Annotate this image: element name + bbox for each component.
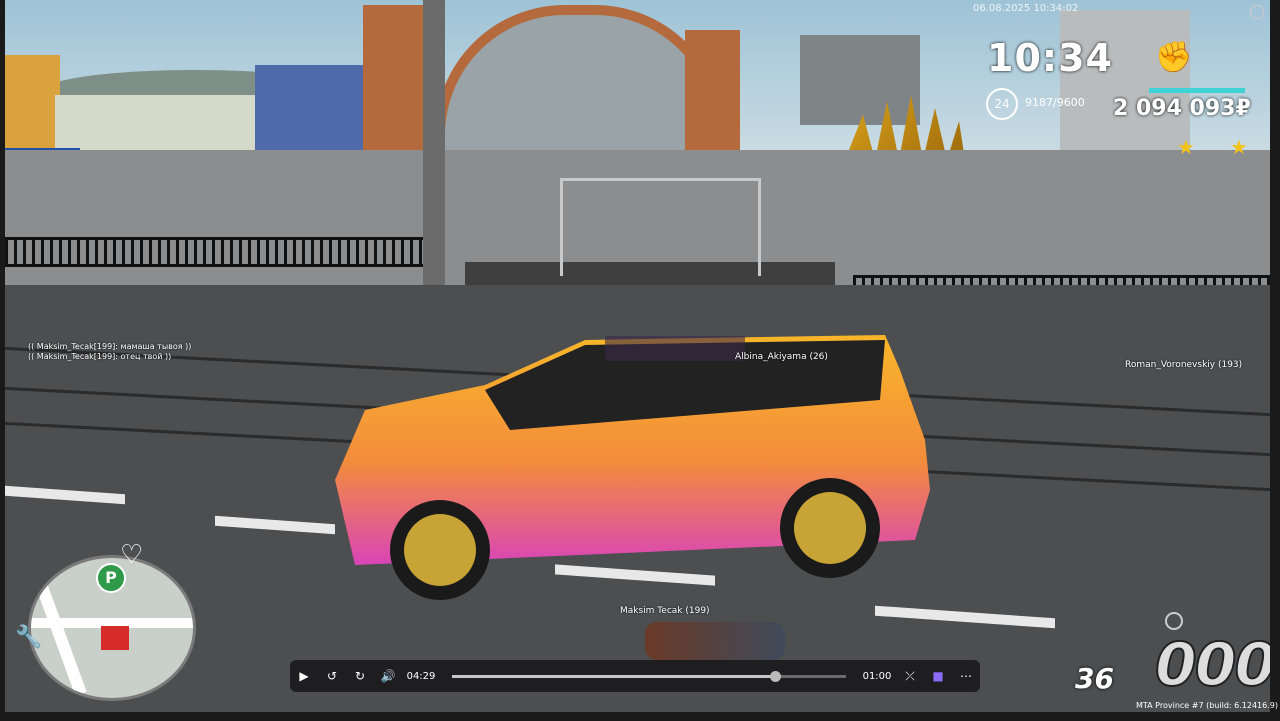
minimap: P — [28, 555, 196, 701]
building-yellow — [5, 55, 60, 150]
nametag-roman: Roman_Voronevskiy (193) — [1125, 360, 1243, 370]
seek-bar-thumb[interactable] — [770, 670, 782, 682]
player-suv — [335, 335, 930, 600]
wanted-star-icon: ★ — [1177, 135, 1195, 159]
forward-30-icon[interactable]: ↻ — [346, 669, 374, 683]
mural-building — [255, 65, 375, 160]
hud-clock: 10:34 — [987, 36, 1113, 80]
gear-display: 000 — [1154, 629, 1270, 701]
light-pole — [423, 0, 445, 285]
brick-tower-left — [363, 5, 423, 155]
seek-bar[interactable] — [452, 670, 846, 682]
rewind-10-icon[interactable]: ↺ — [318, 669, 346, 683]
hp-bar — [1149, 88, 1245, 93]
more-icon[interactable]: ⋯ — [952, 669, 980, 683]
remaining-time: 01:00 — [862, 670, 892, 682]
xp-counter: 9187/9600 — [1025, 96, 1085, 109]
volume-icon[interactable]: 🔊 — [374, 669, 402, 683]
money-counter: 2 094 093₽ — [1113, 96, 1251, 121]
fist-icon: ✊ — [1155, 40, 1193, 75]
repair-icon: 🔧 — [15, 625, 43, 650]
tachometer-icon — [1165, 612, 1183, 630]
wanted-star-icon: ★ — [1230, 135, 1248, 159]
settings-icon[interactable] — [1250, 5, 1264, 19]
building-apartments — [55, 95, 285, 150]
lying-player — [645, 622, 785, 660]
nametag-driver: Albina_Akiyama (26) — [735, 352, 828, 362]
heart-icon: ♡ — [120, 540, 144, 570]
speedometer: 36 — [1075, 662, 1114, 695]
seek-bar-fill — [452, 674, 776, 678]
bus-stop-shelter — [560, 178, 761, 276]
brick-tower-right — [685, 30, 740, 160]
build-info: MTA Province #7 (build: 6.12416.9) — [1136, 701, 1278, 710]
tall-apartment — [1060, 10, 1190, 150]
level-badge: 24 — [986, 88, 1018, 120]
chat-line: (( Maksim_Tecak[199]: мамаша тывоя )) — [28, 342, 192, 351]
chat-line: (( Maksim_Tecak[199]: отец твой )) — [28, 352, 172, 361]
play-icon[interactable]: ▶ — [290, 669, 318, 683]
ext-icon[interactable]: ■ — [924, 669, 952, 683]
pip-off-icon[interactable]: ⤫ — [896, 669, 924, 684]
chat-box: (( Maksim_Tecak[199]: мамаша тывоя )) ((… — [28, 342, 191, 362]
home-icon — [101, 626, 129, 650]
date-time: 06.08.2025 10:34:02 — [973, 3, 1079, 14]
fence-left — [5, 237, 440, 267]
video-player-controls: ▶ ↺ ↻ 🔊 04:29 01:00 ⤫ ■ ⋯ — [290, 660, 980, 692]
current-time: 04:29 — [406, 670, 436, 682]
game-viewport: 06.08.2025 10:34:02 10:34 ✊ 24 9187/9600… — [5, 0, 1270, 712]
nametag-maksim: Maksim Tecak (199) — [620, 606, 710, 616]
grey-building — [800, 35, 920, 125]
